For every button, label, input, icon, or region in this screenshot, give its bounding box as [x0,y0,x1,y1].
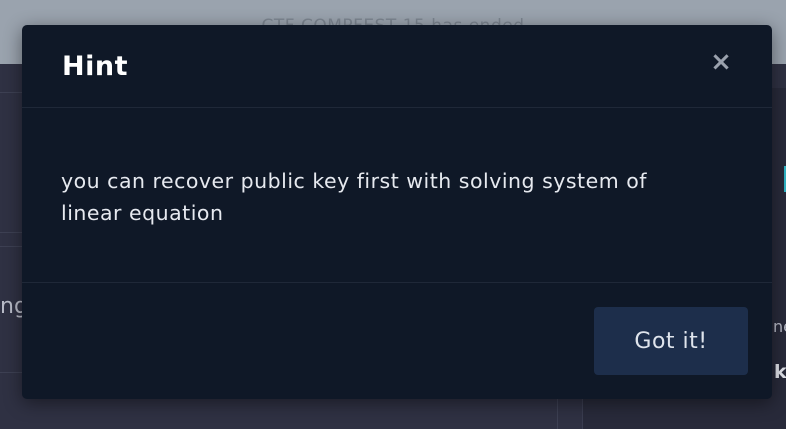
background-label: ne [773,317,786,336]
background-label: k [774,361,786,383]
got-it-button[interactable]: Got it! [594,307,748,375]
close-icon[interactable]: × [706,47,736,77]
modal-title: Hint [62,51,128,82]
hint-text: you can recover public key first with so… [61,169,647,225]
hint-modal: Hint × you can recover public key first … [22,25,772,399]
modal-header: Hint × [22,25,772,108]
modal-body: you can recover public key first with so… [22,109,772,283]
